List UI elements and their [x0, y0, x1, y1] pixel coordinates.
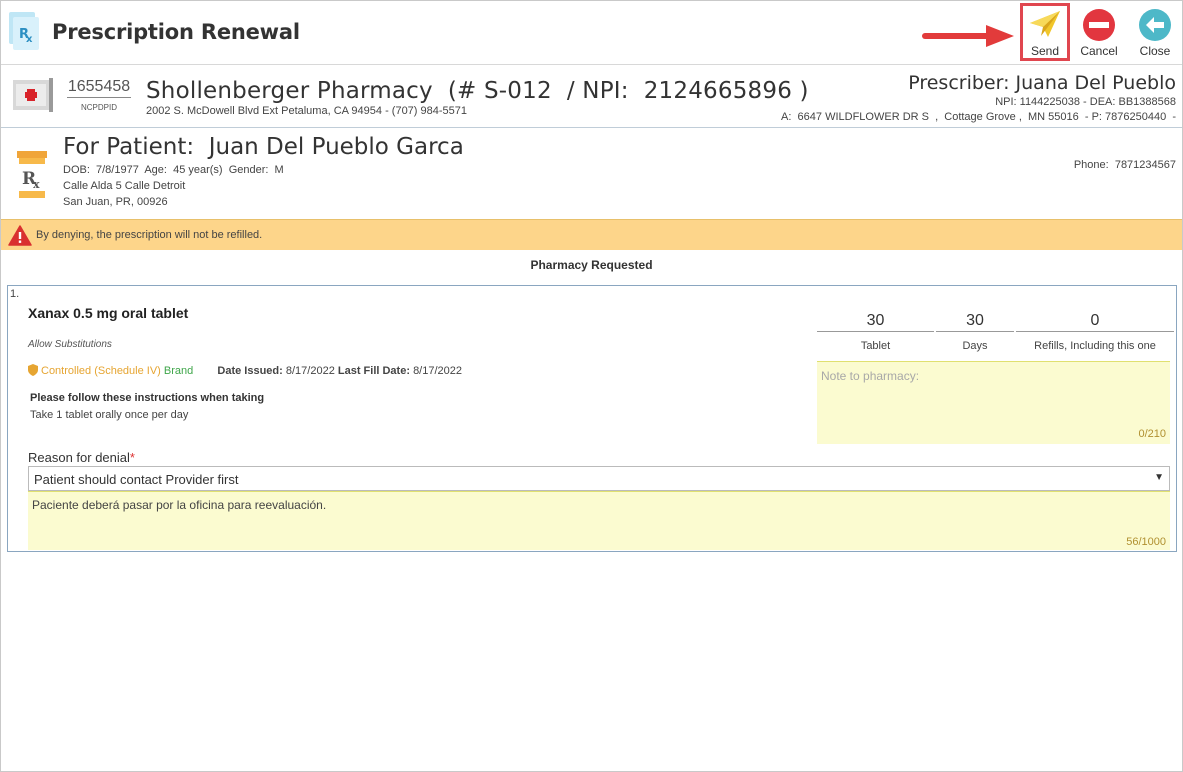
note-to-pharmacy-input[interactable]: Note to pharmacy: 0/210 — [817, 361, 1170, 444]
prescription-app-icon: R x — [7, 12, 40, 50]
refills-field: 0 Refills, Including this one — [1016, 312, 1174, 352]
date-issued-value: 8/17/2022 — [285, 365, 335, 377]
refills-value: 0 — [1016, 312, 1174, 332]
medication-meta: Controlled (Schedule IV) Brand Date Issu… — [28, 364, 462, 379]
chevron-down-icon: ▼ — [1154, 472, 1164, 483]
warning-icon — [8, 225, 32, 251]
reason-label-text: Reason for denial — [28, 450, 130, 465]
patient-name: For Patient: Juan Del Pueblo Garca — [63, 134, 464, 160]
patient-address-line2: San Juan, PR, 00926 — [63, 196, 168, 208]
prescriber-ids: NPI: 1144225038 - DEA: BB1388568 — [995, 96, 1176, 108]
medication-index: 1. — [10, 288, 20, 300]
pharmacy-icon — [13, 78, 55, 117]
back-arrow-icon — [1139, 9, 1171, 41]
days-unit: Days — [962, 340, 988, 352]
medication-card: 1. Xanax 0.5 mg oral tablet Allow Substi… — [7, 285, 1177, 552]
required-marker: * — [129, 450, 135, 465]
warning-text: By denying, the prescription will not be… — [36, 229, 263, 241]
reason-selected-value: Patient should contact Provider first — [34, 472, 239, 487]
cancel-label: Cancel — [1080, 44, 1118, 58]
section-title: Pharmacy Requested — [530, 258, 653, 272]
warning-banner: By denying, the prescription will not be… — [1, 219, 1182, 250]
denial-comment-textarea[interactable]: Paciente deberá pasar por la oficina par… — [28, 491, 1170, 550]
reason-for-denial-select[interactable]: Patient should contact Provider first ▼ — [28, 466, 1170, 491]
note-placeholder: Note to pharmacy: — [821, 369, 920, 383]
cancel-button[interactable]: Cancel — [1075, 5, 1123, 61]
cancel-icon — [1083, 9, 1115, 41]
pharmacy-name: Shollenberger Pharmacy (# S-012 / NPI: 2… — [146, 78, 809, 104]
send-button[interactable]: Send — [1020, 3, 1070, 61]
allow-substitutions: Allow Substitutions — [28, 339, 112, 350]
days-value: 30 — [936, 312, 1014, 332]
header-toolbar: R x Prescription Renewal Send Cancel Clo… — [1, 1, 1182, 65]
instructions-text: Take 1 tablet orally once per day — [30, 409, 189, 421]
last-fill-label: Last Fill Date: — [337, 365, 410, 377]
brand-tag: Brand — [163, 365, 194, 377]
pharmacy-info: 1655458 NCPDPID Shollenberger Pharmacy (… — [1, 66, 1182, 128]
quantity-value: 30 — [817, 312, 934, 332]
patient-address-line1: Calle Alda 5 Calle Detroit — [63, 180, 186, 192]
prescriber-name: Prescriber: Juana Del Pueblo — [908, 72, 1176, 94]
controlled-shield-icon — [28, 364, 38, 379]
patient-info: R x For Patient: Juan Del Pueblo Garca D… — [1, 129, 1182, 219]
controlled-schedule: Controlled (Schedule IV) — [41, 365, 161, 377]
instructions-heading: Please follow these instructions when ta… — [30, 392, 265, 404]
svg-text:x: x — [26, 34, 33, 45]
patient-demographics: DOB: 7/8/1977 Age: 45 year(s) Gender: M — [63, 164, 284, 176]
patient-phone: Phone: 7871234567 — [1073, 159, 1176, 171]
note-char-count: 0/210 — [1138, 428, 1166, 440]
ncpdpid-label: NCPDPID — [80, 103, 117, 112]
paper-plane-icon — [1030, 11, 1060, 37]
quantity-unit: Tablet — [860, 340, 891, 352]
svg-text:x: x — [33, 178, 40, 191]
denial-comment-value: Paciente deberá pasar por la oficina par… — [32, 498, 327, 512]
days-field: 30 Days — [936, 312, 1014, 352]
rx-bottle-icon: R x — [15, 151, 49, 204]
last-fill-value: 8/17/2022 — [413, 365, 462, 377]
ncpdpid-value: 1655458 — [67, 78, 131, 98]
close-button[interactable]: Close — [1131, 5, 1179, 61]
page-title: Prescription Renewal — [52, 20, 300, 44]
close-label: Close — [1139, 44, 1171, 58]
pharmacy-address: 2002 S. McDowell Blvd Ext Petaluma, CA 9… — [146, 105, 468, 117]
prescription-renewal-window: R x Prescription Renewal Send Cancel Clo… — [0, 0, 1183, 772]
medication-name: Xanax 0.5 mg oral tablet — [28, 305, 189, 321]
reason-for-denial-label: Reason for denial* — [28, 450, 135, 465]
refills-unit: Refills, Including this one — [1034, 340, 1156, 352]
date-issued-label: Date Issued: — [217, 365, 283, 377]
send-label: Send — [1030, 44, 1060, 58]
quantity-field: 30 Tablet — [817, 312, 934, 352]
denial-comment-count: 56/1000 — [1126, 536, 1166, 548]
red-arrow-icon — [922, 25, 1018, 52]
prescriber-address: A: 6647 WILDFLOWER DR S , Cottage Grove … — [781, 111, 1176, 123]
